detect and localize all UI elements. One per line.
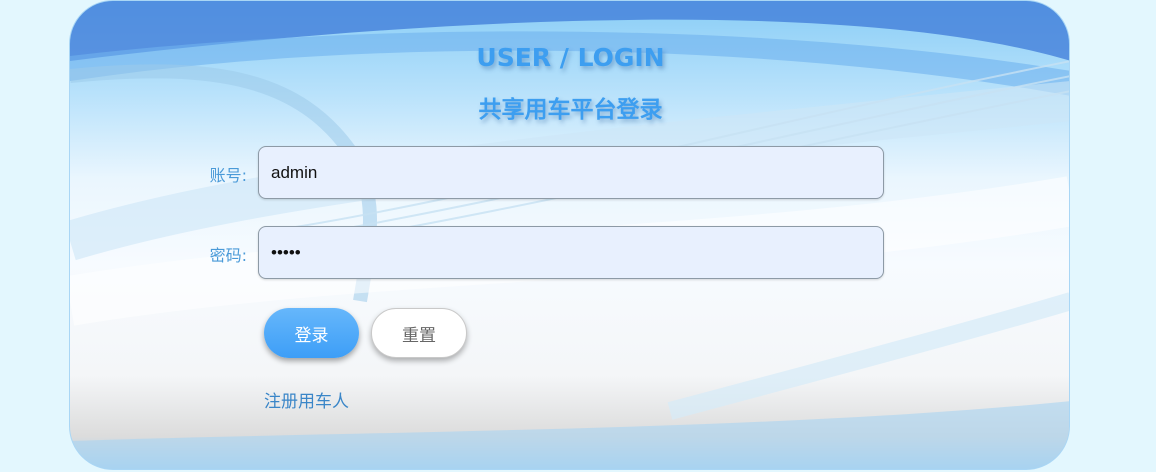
account-input[interactable]: [258, 146, 884, 199]
page-title-en: USER / LOGIN: [476, 43, 665, 72]
account-label: 账号:: [209, 166, 247, 185]
password-label: 密码:: [209, 246, 247, 265]
register-link[interactable]: 注册用车人: [264, 387, 349, 412]
password-input[interactable]: [258, 226, 884, 279]
reset-button[interactable]: 重置: [371, 308, 467, 358]
login-button[interactable]: 登录: [264, 308, 359, 358]
page-title-cn: 共享用车平台登录: [478, 97, 663, 123]
login-panel: USER / LOGIN 共享用车平台登录 账号: 密码: 登录 重置 注册用车…: [69, 0, 1070, 470]
